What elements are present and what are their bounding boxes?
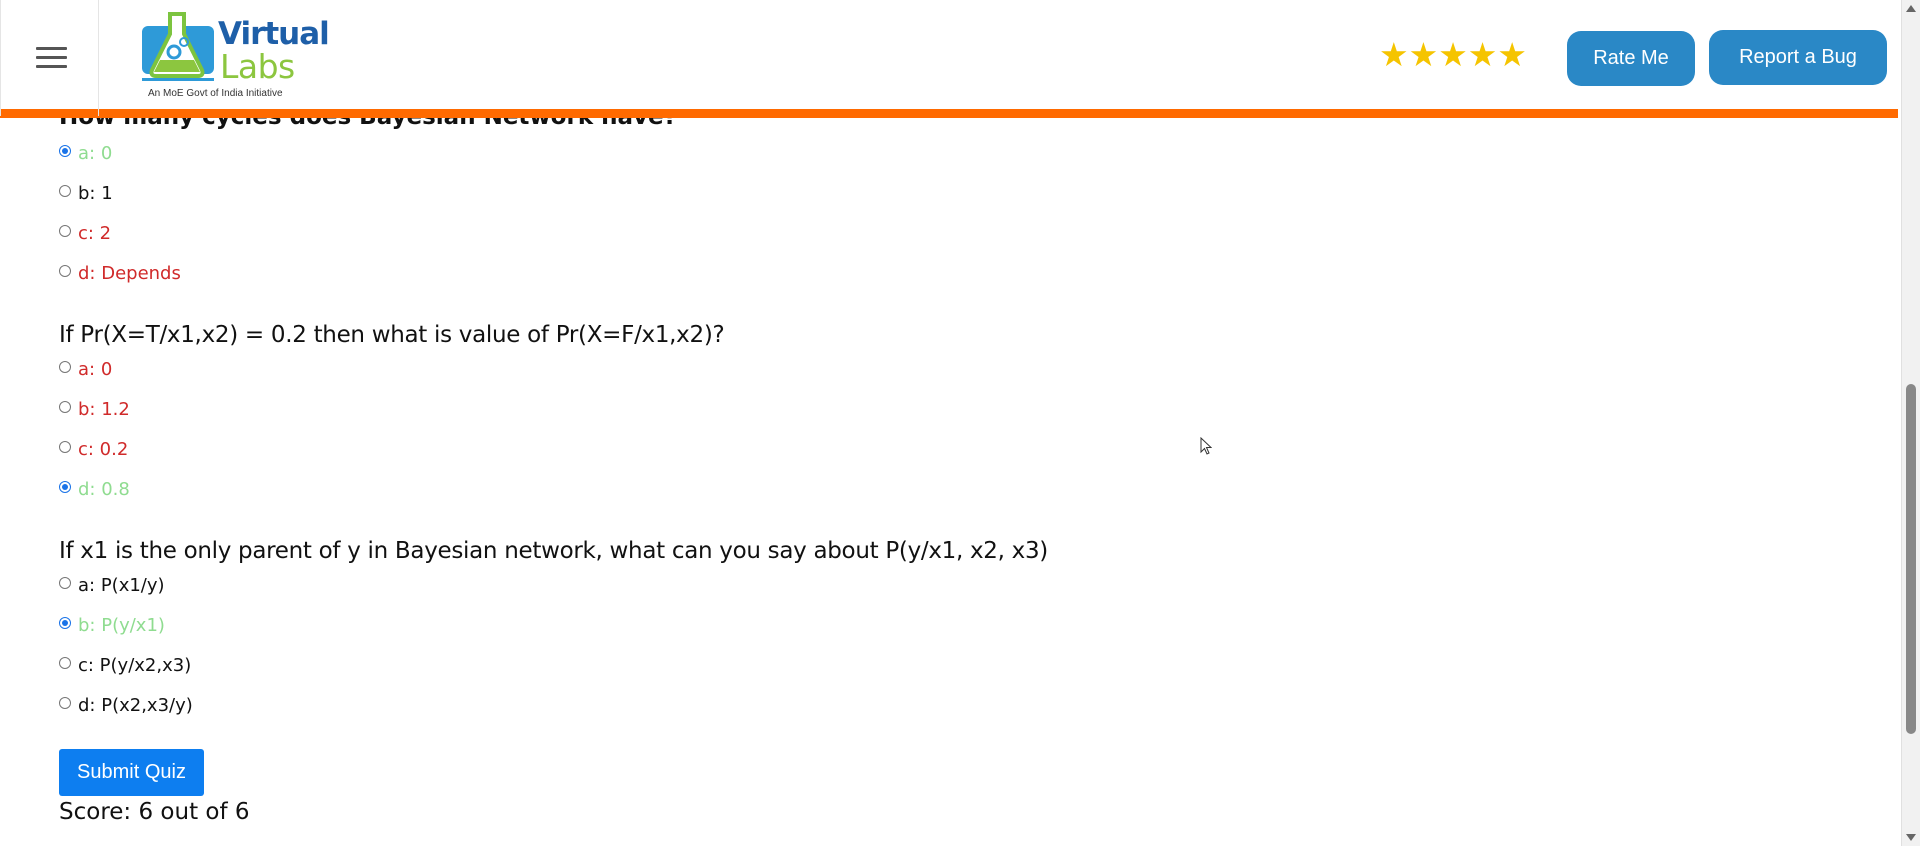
score-text: Score: 6 out of 6 <box>59 799 250 825</box>
option-q2-a[interactable]: a: 0 <box>59 359 112 380</box>
option-label: a: P(x1/y) <box>78 575 165 596</box>
option-q1-c[interactable]: c: 2 <box>59 223 111 244</box>
radio-button[interactable] <box>59 400 71 413</box>
star-icon[interactable]: ★ <box>1379 38 1409 71</box>
option-q2-d[interactable]: d: 0.8 <box>59 479 130 500</box>
hamburger-menu-icon[interactable] <box>36 47 67 69</box>
virtual-labs-logo[interactable]: Virtual Labs An MoE Govt of India Initia… <box>138 10 330 105</box>
star-icon[interactable]: ★ <box>1497 38 1527 71</box>
menu-toggle[interactable] <box>0 0 99 116</box>
site-header: Virtual Labs An MoE Govt of India Initia… <box>0 0 1898 118</box>
scroll-down-arrow-icon[interactable] <box>1906 834 1916 841</box>
option-label: a: 0 <box>78 143 113 164</box>
question-3: If x1 is the only parent of y in Bayesia… <box>59 538 1048 564</box>
star-icon[interactable]: ★ <box>1409 38 1439 71</box>
radio-button[interactable] <box>59 440 71 453</box>
star-icon[interactable]: ★ <box>1438 38 1468 71</box>
option-q2-c[interactable]: c: 0.2 <box>59 439 128 460</box>
option-label: d: Depends <box>78 263 181 284</box>
option-label: d: 0.8 <box>78 479 130 500</box>
option-q3-a[interactable]: a: P(x1/y) <box>59 575 165 596</box>
star-rating[interactable]: ★ ★ ★ ★ ★ <box>1379 38 1527 71</box>
radio-button[interactable] <box>59 480 71 493</box>
question-2: If Pr(X=T/x1,x2) = 0.2 then what is valu… <box>59 322 725 348</box>
option-label: b: 1 <box>78 183 113 204</box>
option-q1-a[interactable]: a: 0 <box>59 143 112 164</box>
radio-button[interactable] <box>59 144 71 157</box>
vertical-scrollbar[interactable] <box>1901 0 1920 846</box>
option-label: c: 2 <box>78 223 112 244</box>
scrollbar-thumb[interactable] <box>1906 384 1916 734</box>
radio-button[interactable] <box>59 616 71 629</box>
option-label: a: 0 <box>78 359 113 380</box>
option-label: b: 1.2 <box>78 399 130 420</box>
radio-button[interactable] <box>59 656 71 669</box>
radio-button[interactable] <box>59 576 71 589</box>
option-label: b: P(y/x1) <box>78 615 165 636</box>
option-q3-d[interactable]: d: P(x2,x3/y) <box>59 695 193 716</box>
radio-button[interactable] <box>59 264 71 277</box>
option-q2-b[interactable]: b: 1.2 <box>59 399 130 420</box>
report-bug-button[interactable]: Report a Bug <box>1709 30 1887 85</box>
option-q3-b[interactable]: b: P(y/x1) <box>59 615 165 636</box>
option-q1-b[interactable]: b: 1 <box>59 183 113 204</box>
option-q3-c[interactable]: c: P(y/x2,x3) <box>59 655 191 676</box>
flask-gear-icon <box>142 12 214 81</box>
logo-tagline: An MoE Govt of India Initiative <box>148 88 283 99</box>
option-label: c: P(y/x2,x3) <box>78 655 192 676</box>
rate-me-button[interactable]: Rate Me <box>1567 31 1695 86</box>
star-icon[interactable]: ★ <box>1468 38 1498 71</box>
option-q1-d[interactable]: d: Depends <box>59 263 181 284</box>
radio-button[interactable] <box>59 696 71 709</box>
scroll-up-arrow-icon[interactable] <box>1906 5 1916 12</box>
logo-text-labs: Labs <box>220 47 295 86</box>
submit-quiz-button[interactable]: Submit Quiz <box>59 749 204 796</box>
option-label: c: 0.2 <box>78 439 129 460</box>
option-label: d: P(x2,x3/y) <box>78 695 193 716</box>
radio-button[interactable] <box>59 224 71 237</box>
mouse-cursor-icon <box>1200 437 1212 455</box>
radio-button[interactable] <box>59 184 71 197</box>
radio-button[interactable] <box>59 360 71 373</box>
